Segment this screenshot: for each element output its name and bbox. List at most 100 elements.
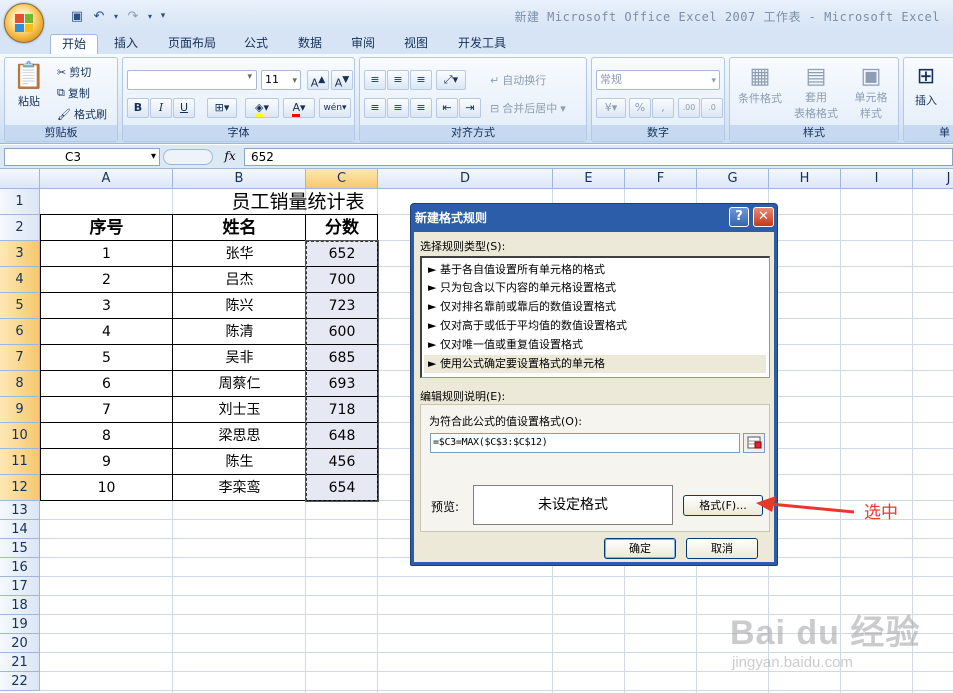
tab-review[interactable]: 审阅 <box>343 34 383 54</box>
comma-button[interactable]: , <box>652 98 674 118</box>
cell-name[interactable]: 吴非 <box>173 345 306 371</box>
tab-formulas[interactable]: 公式 <box>236 34 276 54</box>
tab-data[interactable]: 数据 <box>290 34 330 54</box>
cell-index[interactable]: 1 <box>40 241 173 267</box>
row-header-14[interactable]: 14 <box>0 520 40 539</box>
row-header-2[interactable]: 2 <box>0 215 40 241</box>
rule-type-item[interactable]: ► 仅对高于或低于平均值的数值设置格式 <box>428 317 627 335</box>
help-icon[interactable]: ? <box>729 207 749 227</box>
header-cell-name[interactable]: 姓名 <box>173 215 306 241</box>
cell-index[interactable]: 9 <box>40 449 173 475</box>
increase-decimal-icon[interactable]: .00 <box>678 98 700 118</box>
row-header-22[interactable]: 22 <box>0 672 40 691</box>
row-header-3[interactable]: 3 <box>0 241 40 267</box>
tab-home[interactable]: 开始 <box>50 34 98 54</box>
customize-qat-icon[interactable]: ▾ <box>158 7 168 25</box>
row-header-13[interactable]: 13 <box>0 501 40 520</box>
decrease-indent-icon[interactable]: ⇤ <box>436 98 458 118</box>
rule-type-item-selected[interactable]: ► 使用公式确定要设置格式的单元格 <box>424 355 766 373</box>
cell-index[interactable]: 2 <box>40 267 173 293</box>
name-box[interactable]: C3 ▾ <box>4 148 160 166</box>
office-button[interactable] <box>4 3 44 43</box>
close-icon[interactable]: ✕ <box>753 207 774 227</box>
row-header-17[interactable]: 17 <box>0 577 40 596</box>
copy-button[interactable]: ⧉ 复制 <box>57 85 90 101</box>
cell-index[interactable]: 6 <box>40 371 173 397</box>
header-cell-index[interactable]: 序号 <box>40 215 173 241</box>
row-header-6[interactable]: 6 <box>0 319 40 345</box>
row-header-21[interactable]: 21 <box>0 653 40 672</box>
cell-name[interactable]: 吕杰 <box>173 267 306 293</box>
format-as-table-button[interactable]: ▤ 套用 表格格式 <box>788 64 844 121</box>
header-cell-score[interactable]: 分数 <box>306 215 378 241</box>
cell-name[interactable]: 李栾鸾 <box>173 475 306 501</box>
select-all-corner[interactable] <box>0 169 40 189</box>
cell-index[interactable]: 5 <box>40 345 173 371</box>
formula-input[interactable]: 652 <box>244 148 953 166</box>
tab-view[interactable]: 视图 <box>396 34 436 54</box>
column-header-h[interactable]: H <box>769 169 841 189</box>
cell-index[interactable]: 7 <box>40 397 173 423</box>
cell-index[interactable]: 3 <box>40 293 173 319</box>
align-right-icon[interactable]: ≡ <box>410 98 432 118</box>
rule-type-item[interactable]: ► 基于各自值设置所有单元格的格式 <box>428 261 605 279</box>
cell-index[interactable]: 10 <box>40 475 173 501</box>
rule-type-item[interactable]: ► 仅对排名靠前或靠后的数值设置格式 <box>428 298 616 316</box>
column-header-i[interactable]: I <box>841 169 913 189</box>
conditional-format-button[interactable]: ▦ 条件格式 <box>734 64 786 106</box>
insert-function-button[interactable]: fx <box>218 148 242 166</box>
font-name-select[interactable]: ▾ <box>127 70 257 90</box>
align-center-icon[interactable]: ≡ <box>387 98 409 118</box>
redo-dropdown-icon[interactable]: ▾ <box>146 7 154 25</box>
cut-button[interactable]: ✂ 剪切 <box>57 64 91 80</box>
cell-name[interactable]: 周蔡仁 <box>173 371 306 397</box>
tab-insert[interactable]: 插入 <box>106 34 146 54</box>
formula-bar-splitter[interactable] <box>163 149 213 165</box>
formula-input-field[interactable]: =$C3=MAX($C$3:$C$12) <box>430 433 740 453</box>
borders-button[interactable]: ⊞▾ <box>207 98 237 118</box>
align-top-icon[interactable]: ≡ <box>364 70 386 90</box>
percent-button[interactable]: % <box>629 98 651 118</box>
cell-name[interactable]: 梁思思 <box>173 423 306 449</box>
row-header-11[interactable]: 11 <box>0 449 40 475</box>
row-header-10[interactable]: 10 <box>0 423 40 449</box>
row-header-18[interactable]: 18 <box>0 596 40 615</box>
bold-button[interactable]: B <box>127 98 149 118</box>
number-format-select[interactable]: 常规 ▾ <box>596 70 720 90</box>
column-header-b[interactable]: B <box>173 169 306 189</box>
wrap-text-button[interactable]: ↵ 自动换行 <box>490 72 546 88</box>
column-header-g[interactable]: G <box>697 169 769 189</box>
rule-type-item[interactable]: ► 只为包含以下内容的单元格设置格式 <box>428 279 616 297</box>
row-header-5[interactable]: 5 <box>0 293 40 319</box>
save-icon[interactable]: ▣ <box>68 7 86 25</box>
format-painter-button[interactable]: 🖌 格式刷 <box>57 106 107 122</box>
tab-developer[interactable]: 开发工具 <box>450 34 514 54</box>
collapse-dialog-button[interactable] <box>743 433 765 453</box>
align-middle-icon[interactable]: ≡ <box>387 70 409 90</box>
italic-button[interactable]: I <box>150 98 172 118</box>
font-color-button[interactable]: A▾ <box>283 98 315 118</box>
align-bottom-icon[interactable]: ≡ <box>410 70 432 90</box>
rule-type-list[interactable]: ► 基于各自值设置所有单元格的格式 ► 只为包含以下内容的单元格设置格式 ► 仅… <box>420 256 770 378</box>
row-header-12[interactable]: 12 <box>0 475 40 501</box>
font-size-select[interactable]: 11 ▾ <box>261 70 301 90</box>
cancel-button[interactable]: 取消 <box>686 538 758 559</box>
cell-name[interactable]: 陈生 <box>173 449 306 475</box>
decrease-decimal-icon[interactable]: .0 <box>701 98 723 118</box>
redo-icon[interactable]: ↷ <box>124 7 142 25</box>
sheet-title[interactable]: 员工销量统计表 <box>173 189 423 215</box>
column-header-c[interactable]: C <box>306 169 378 189</box>
align-left-icon[interactable]: ≡ <box>364 98 386 118</box>
undo-dropdown-icon[interactable]: ▾ <box>112 7 120 25</box>
row-header-15[interactable]: 15 <box>0 539 40 558</box>
undo-icon[interactable]: ↶ <box>90 7 108 25</box>
row-header-7[interactable]: 7 <box>0 345 40 371</box>
row-header-16[interactable]: 16 <box>0 558 40 577</box>
cell-index[interactable]: 8 <box>40 423 173 449</box>
row-header-4[interactable]: 4 <box>0 267 40 293</box>
ok-button[interactable]: 确定 <box>604 538 676 559</box>
row-header-1[interactable]: 1 <box>0 189 40 215</box>
paste-button[interactable]: 📋 粘贴 <box>11 62 47 109</box>
row-header-19[interactable]: 19 <box>0 615 40 634</box>
tab-page-layout[interactable]: 页面布局 <box>160 34 224 54</box>
